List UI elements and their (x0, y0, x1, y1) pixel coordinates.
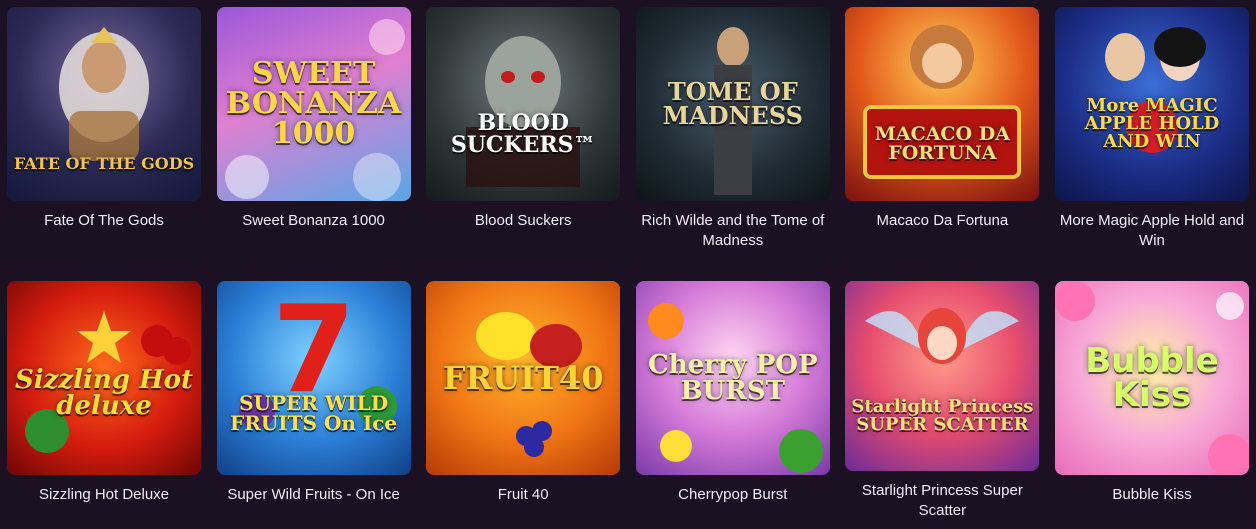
game-thumbnail[interactable]: Sizzling Hot deluxe (7, 281, 201, 475)
game-title[interactable]: Fruit 40 (428, 485, 618, 505)
game-card[interactable]: Cherry POP BURST Cherrypop Burst (635, 281, 830, 521)
game-thumbnail[interactable]: FRUIT40 (426, 281, 621, 475)
game-title[interactable]: Starlight Princess Super Scatter (847, 481, 1037, 521)
game-thumbnail[interactable]: More MAGIC APPLE HOLD AND WIN (1054, 7, 1249, 201)
game-title[interactable]: Blood Suckers (428, 211, 618, 231)
game-art (865, 308, 1020, 364)
game-logo-text: BLOOD SUCKERS™ (450, 110, 596, 158)
games-grid: FATE OF THE GODS Fate Of The Gods SWEET … (7, 7, 1249, 521)
game-card[interactable]: Starlight Princess SUPER SCATTER Starlig… (845, 281, 1040, 521)
game-title[interactable]: Bubble Kiss (1057, 485, 1247, 505)
game-logo-text: Bubble Kiss (1085, 341, 1219, 415)
game-logo-text: FRUIT40 (442, 359, 604, 397)
game-card[interactable]: 7 SUPER WILD FRUITS On Ice Super Wild Fr… (216, 281, 411, 521)
game-title[interactable]: Super Wild Fruits - On Ice (219, 485, 409, 505)
game-logo-text: MACACO DA FORTUNA (874, 123, 1010, 164)
game-logo-text: FATE OF THE GODS (13, 154, 195, 173)
game-logo-text: Sizzling Hot deluxe (15, 365, 193, 421)
game-thumbnail[interactable]: Bubble Kiss (1054, 281, 1249, 475)
game-logo-text: SWEET BONANZA 1000 (225, 56, 402, 151)
game-logo-text: More MAGIC APPLE HOLD AND WIN (1084, 95, 1220, 152)
game-art (466, 36, 581, 187)
game-card[interactable]: TOME OF MADNESS Rich Wilde and the Tome … (635, 7, 830, 281)
game-title[interactable]: Sweet Bonanza 1000 (219, 211, 409, 231)
game-thumbnail[interactable]: Cherry POP BURST (635, 281, 830, 475)
game-thumbnail[interactable]: BLOOD SUCKERS™ (426, 7, 621, 201)
game-title[interactable]: More Magic Apple Hold and Win (1057, 211, 1247, 251)
game-title[interactable]: Rich Wilde and the Tome of Madness (638, 211, 828, 251)
game-logo-text: SUPER WILD FRUITS On Ice (230, 391, 398, 435)
game-title[interactable]: Macaco Da Fortuna (847, 211, 1037, 231)
game-card[interactable]: MACACO DA FORTUNA Macaco Da Fortuna (845, 7, 1040, 281)
game-card[interactable]: SWEET BONANZA 1000 Sweet Bonanza 1000 (216, 7, 411, 281)
game-card[interactable]: BLOOD SUCKERS™ Blood Suckers (426, 7, 621, 281)
game-logo-text: Starlight Princess SUPER SCATTER (851, 396, 1034, 435)
game-thumbnail[interactable]: Starlight Princess SUPER SCATTER (845, 281, 1040, 471)
game-thumbnail[interactable]: MACACO DA FORTUNA (845, 7, 1040, 201)
game-art (863, 25, 1022, 179)
game-card[interactable]: More MAGIC APPLE HOLD AND WIN More Magic… (1054, 7, 1249, 281)
game-card[interactable]: FRUIT40 Fruit 40 (426, 281, 621, 521)
game-thumbnail[interactable]: SWEET BONANZA 1000 (216, 7, 411, 201)
game-title[interactable]: Cherrypop Burst (638, 485, 828, 505)
game-logo-text: TOME OF MADNESS (662, 77, 803, 130)
game-thumbnail[interactable]: 7 SUPER WILD FRUITS On Ice (216, 281, 411, 475)
game-card[interactable]: FATE OF THE GODS Fate Of The Gods (7, 7, 201, 281)
game-thumbnail[interactable]: FATE OF THE GODS (7, 7, 201, 201)
game-thumbnail[interactable]: TOME OF MADNESS (635, 7, 830, 201)
game-logo-text: Cherry POP BURST (648, 350, 818, 406)
game-art: 7 (238, 281, 397, 429)
game-card[interactable]: Sizzling Hot deluxe Sizzling Hot Deluxe (7, 281, 201, 521)
game-card[interactable]: Bubble Kiss Bubble Kiss (1054, 281, 1249, 521)
game-title[interactable]: Sizzling Hot Deluxe (9, 485, 199, 505)
game-title[interactable]: Fate Of The Gods (9, 211, 199, 231)
